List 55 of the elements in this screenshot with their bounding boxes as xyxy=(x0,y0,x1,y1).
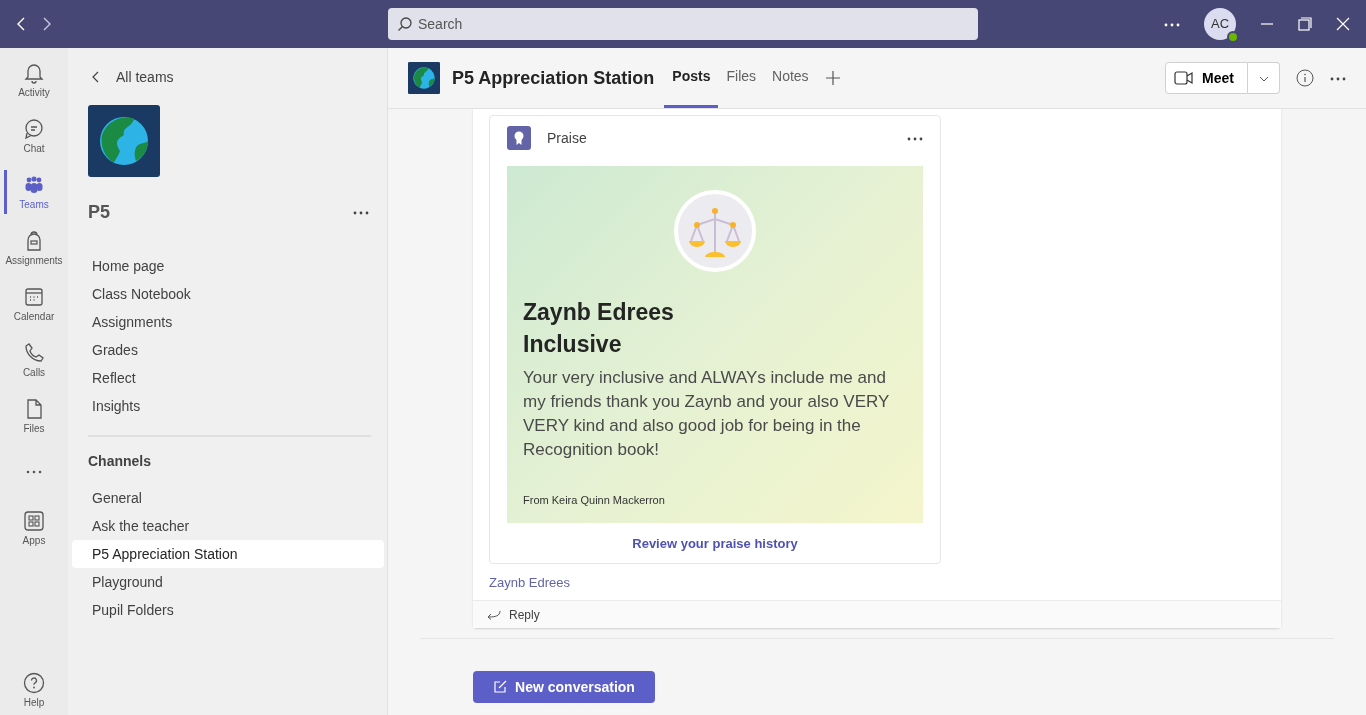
award-icon xyxy=(507,126,531,150)
more-icon xyxy=(26,470,42,474)
chat-icon xyxy=(22,116,46,141)
team-nav-item[interactable]: Grades xyxy=(72,336,384,364)
all-teams-link[interactable]: All teams xyxy=(116,66,174,88)
team-nav-item[interactable]: Assignments xyxy=(72,308,384,336)
channel-item[interactable]: P5 Appreciation Station xyxy=(72,540,384,568)
channel-tab[interactable]: Notes xyxy=(764,48,817,108)
praise-recipient: Zaynb Edrees xyxy=(523,298,675,327)
team-name: P5 xyxy=(88,201,111,224)
team-logo xyxy=(88,105,160,177)
rail-item[interactable]: Calendar xyxy=(0,276,68,332)
apps-icon xyxy=(22,508,46,533)
compose-icon xyxy=(493,680,508,694)
info-icon[interactable] xyxy=(1296,69,1314,87)
meet-button[interactable]: Meet xyxy=(1165,62,1248,94)
channel-title: P5 Appreciation Station xyxy=(452,66,655,90)
help-button[interactable]: Help xyxy=(0,665,68,715)
channel-item[interactable]: Playground xyxy=(72,568,384,596)
team-nav-item[interactable]: Home page xyxy=(72,252,384,280)
add-tab-icon[interactable] xyxy=(824,70,841,86)
chevron-down-icon xyxy=(1258,75,1269,82)
team-nav-item[interactable]: Insights xyxy=(72,392,384,420)
rail-item[interactable]: Files xyxy=(0,388,68,444)
praise-history-link[interactable]: Review your praise history xyxy=(632,536,798,551)
user-avatar[interactable]: AC xyxy=(1204,8,1236,40)
rail-item[interactable]: Assignments xyxy=(0,220,68,276)
rail-item[interactable]: Chat xyxy=(0,108,68,164)
team-logo xyxy=(408,62,440,94)
channel-item[interactable]: Ask the teacher xyxy=(72,512,384,540)
rail-item[interactable]: Activity xyxy=(0,52,68,108)
mention-link[interactable]: Zaynb Edrees xyxy=(489,575,570,590)
channel-item[interactable]: General xyxy=(72,484,384,512)
channels-heading: Channels xyxy=(88,452,152,471)
video-camera-icon xyxy=(1174,71,1194,85)
praise-message: Your very inclusive and ALWAYs include me and my friends thank you Zaynb and your also VERY VERY kind and also good job for being in the Recognition book! xyxy=(523,367,890,461)
restore-icon[interactable] xyxy=(1298,17,1312,31)
channel-item[interactable]: Pupil Folders xyxy=(72,596,384,624)
back-chevron-icon[interactable] xyxy=(92,71,100,83)
rail-item[interactable]: Apps xyxy=(0,500,68,556)
new-conversation-button[interactable]: New conversation xyxy=(473,671,655,703)
praise-badge-name: Inclusive xyxy=(523,330,623,359)
channel-tab[interactable]: Files xyxy=(718,48,765,108)
card-label: Praise xyxy=(547,128,587,148)
help-icon xyxy=(22,670,46,695)
presence-indicator xyxy=(1227,31,1239,43)
reply-arrow-icon xyxy=(487,609,501,620)
team-nav-item[interactable]: Class Notebook xyxy=(72,280,384,308)
reply-button[interactable]: Reply xyxy=(473,600,1281,628)
search-field[interactable]: Search xyxy=(388,8,978,40)
team-nav-item[interactable]: Reflect xyxy=(72,364,384,392)
close-icon[interactable] xyxy=(1336,17,1350,31)
rail-item[interactable]: Teams xyxy=(0,164,68,220)
praise-sender: From Keira Quinn Mackerron xyxy=(523,493,666,508)
rail-item[interactable]: Calls xyxy=(0,332,68,388)
